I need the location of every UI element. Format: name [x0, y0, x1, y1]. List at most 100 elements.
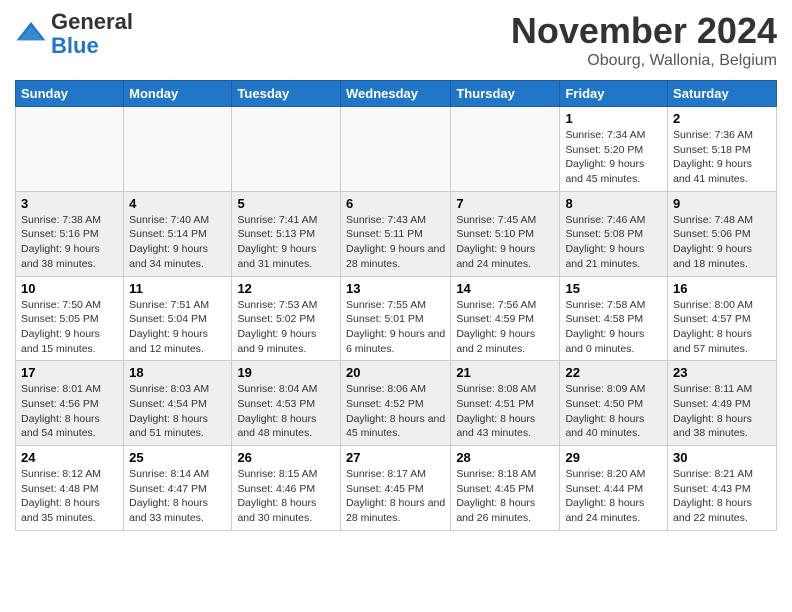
- day-info: Sunrise: 8:15 AMSunset: 4:46 PMDaylight:…: [237, 467, 335, 526]
- calendar-week-5: 24 Sunrise: 8:12 AMSunset: 4:48 PMDayligh…: [16, 446, 777, 531]
- calendar-week-4: 17Sunrise: 8:01 AMSunset: 4:56 PMDayligh…: [16, 361, 777, 446]
- col-friday: Friday: [560, 81, 668, 107]
- calendar-cell: [16, 107, 124, 192]
- day-number: 13: [346, 281, 445, 296]
- calendar-cell: 29 Sunrise: 8:20 AMSunset: 4:44 PMDayligh…: [560, 446, 668, 531]
- calendar-cell: 10Sunrise: 7:50 AMSunset: 5:05 PMDayligh…: [16, 276, 124, 361]
- day-info: Sunrise: 8:21 AMSunset: 4:43 PMDaylight:…: [673, 467, 771, 526]
- calendar-cell: 14 Sunrise: 7:56 AMSunset: 4:59 PMDayligh…: [451, 276, 560, 361]
- day-info: Sunrise: 8:04 AMSunset: 4:53 PMDaylight:…: [237, 382, 335, 441]
- calendar-cell: 20 Sunrise: 8:06 AMSunset: 4:52 PMDayligh…: [340, 361, 450, 446]
- day-number: 6: [346, 196, 445, 211]
- calendar-cell: [232, 107, 341, 192]
- calendar-week-2: 3 Sunrise: 7:38 AMSunset: 5:16 PMDaylight…: [16, 191, 777, 276]
- day-info: Sunrise: 7:36 AMSunset: 5:18 PMDaylight:…: [673, 128, 771, 187]
- day-info: Sunrise: 7:41 AMSunset: 5:13 PMDaylight:…: [237, 213, 335, 272]
- day-number: 3: [21, 196, 118, 211]
- calendar-cell: [451, 107, 560, 192]
- calendar-cell: 26 Sunrise: 8:15 AMSunset: 4:46 PMDayligh…: [232, 446, 341, 531]
- calendar-cell: 4Sunrise: 7:40 AMSunset: 5:14 PMDaylight…: [124, 191, 232, 276]
- calendar-cell: 8Sunrise: 7:46 AMSunset: 5:08 PMDaylight…: [560, 191, 668, 276]
- calendar-cell: 24 Sunrise: 8:12 AMSunset: 4:48 PMDayligh…: [16, 446, 124, 531]
- day-number: 22: [565, 365, 662, 380]
- day-number: 4: [129, 196, 226, 211]
- calendar-cell: 19 Sunrise: 8:04 AMSunset: 4:53 PMDayligh…: [232, 361, 341, 446]
- calendar-page: General Blue November 2024 Obourg, Wallo…: [0, 0, 792, 612]
- day-info: Sunrise: 8:06 AMSunset: 4:52 PMDaylight:…: [346, 382, 445, 441]
- day-info: Sunrise: 8:20 AMSunset: 4:44 PMDaylight:…: [565, 467, 662, 526]
- calendar-cell: 12Sunrise: 7:53 AMSunset: 5:02 PMDayligh…: [232, 276, 341, 361]
- calendar-cell: 5 Sunrise: 7:41 AMSunset: 5:13 PMDaylight…: [232, 191, 341, 276]
- day-number: 28: [456, 450, 554, 465]
- day-number: 16: [673, 281, 771, 296]
- day-info: Sunrise: 7:45 AMSunset: 5:10 PMDaylight:…: [456, 213, 554, 272]
- logo-text: General Blue: [51, 10, 133, 58]
- day-number: 21: [456, 365, 554, 380]
- calendar-cell: 25 Sunrise: 8:14 AMSunset: 4:47 PMDayligh…: [124, 446, 232, 531]
- calendar-cell: 18 Sunrise: 8:03 AMSunset: 4:54 PMDayligh…: [124, 361, 232, 446]
- calendar-cell: 21 Sunrise: 8:08 AMSunset: 4:51 PMDayligh…: [451, 361, 560, 446]
- day-info: Sunrise: 7:38 AMSunset: 5:16 PMDaylight:…: [21, 213, 118, 272]
- logo: General Blue: [15, 10, 133, 58]
- day-number: 9: [673, 196, 771, 211]
- day-number: 29: [565, 450, 662, 465]
- day-number: 18: [129, 365, 226, 380]
- day-number: 24: [21, 450, 118, 465]
- col-tuesday: Tuesday: [232, 81, 341, 107]
- day-number: 2: [673, 111, 771, 126]
- day-number: 25: [129, 450, 226, 465]
- col-thursday: Thursday: [451, 81, 560, 107]
- calendar-cell: 23Sunrise: 8:11 AMSunset: 4:49 PMDayligh…: [668, 361, 777, 446]
- col-wednesday: Wednesday: [340, 81, 450, 107]
- logo-blue: Blue: [51, 33, 99, 58]
- calendar-cell: [340, 107, 450, 192]
- day-info: Sunrise: 8:08 AMSunset: 4:51 PMDaylight:…: [456, 382, 554, 441]
- day-number: 7: [456, 196, 554, 211]
- day-info: Sunrise: 7:53 AMSunset: 5:02 PMDaylight:…: [237, 298, 335, 357]
- day-info: Sunrise: 8:03 AMSunset: 4:54 PMDaylight:…: [129, 382, 226, 441]
- day-number: 17: [21, 365, 118, 380]
- day-number: 5: [237, 196, 335, 211]
- header: General Blue November 2024 Obourg, Wallo…: [15, 10, 777, 70]
- day-number: 11: [129, 281, 226, 296]
- day-number: 14: [456, 281, 554, 296]
- day-number: 15: [565, 281, 662, 296]
- day-number: 23: [673, 365, 771, 380]
- calendar-cell: 28 Sunrise: 8:18 AMSunset: 4:45 PMDayligh…: [451, 446, 560, 531]
- day-number: 20: [346, 365, 445, 380]
- day-number: 30: [673, 450, 771, 465]
- calendar-week-1: 1Sunrise: 7:34 AMSunset: 5:20 PMDaylight…: [16, 107, 777, 192]
- calendar-cell: 9Sunrise: 7:48 AMSunset: 5:06 PMDaylight…: [668, 191, 777, 276]
- calendar-cell: 30 Sunrise: 8:21 AMSunset: 4:43 PMDayligh…: [668, 446, 777, 531]
- calendar-cell: 7 Sunrise: 7:45 AMSunset: 5:10 PMDaylight…: [451, 191, 560, 276]
- col-monday: Monday: [124, 81, 232, 107]
- calendar-cell: 3 Sunrise: 7:38 AMSunset: 5:16 PMDaylight…: [16, 191, 124, 276]
- day-info: Sunrise: 8:09 AMSunset: 4:50 PMDaylight:…: [565, 382, 662, 441]
- day-info: Sunrise: 7:50 AMSunset: 5:05 PMDaylight:…: [21, 298, 118, 357]
- day-info: Sunrise: 7:55 AMSunset: 5:01 PMDaylight:…: [346, 298, 445, 357]
- day-info: Sunrise: 8:17 AMSunset: 4:45 PMDaylight:…: [346, 467, 445, 526]
- day-number: 8: [565, 196, 662, 211]
- calendar-table: Sunday Monday Tuesday Wednesday Thursday…: [15, 80, 777, 531]
- calendar-cell: 11Sunrise: 7:51 AMSunset: 5:04 PMDayligh…: [124, 276, 232, 361]
- day-info: Sunrise: 8:12 AMSunset: 4:48 PMDaylight:…: [21, 467, 118, 526]
- calendar-cell: 1Sunrise: 7:34 AMSunset: 5:20 PMDaylight…: [560, 107, 668, 192]
- calendar-cell: 16Sunrise: 8:00 AMSunset: 4:57 PMDayligh…: [668, 276, 777, 361]
- calendar-title: November 2024: [511, 10, 777, 52]
- title-block: November 2024 Obourg, Wallonia, Belgium: [511, 10, 777, 70]
- calendar-cell: 22 Sunrise: 8:09 AMSunset: 4:50 PMDayligh…: [560, 361, 668, 446]
- calendar-cell: 6Sunrise: 7:43 AMSunset: 5:11 PMDaylight…: [340, 191, 450, 276]
- day-number: 1: [565, 111, 662, 126]
- col-saturday: Saturday: [668, 81, 777, 107]
- calendar-cell: 17Sunrise: 8:01 AMSunset: 4:56 PMDayligh…: [16, 361, 124, 446]
- day-number: 19: [237, 365, 335, 380]
- day-number: 26: [237, 450, 335, 465]
- calendar-week-3: 10Sunrise: 7:50 AMSunset: 5:05 PMDayligh…: [16, 276, 777, 361]
- col-sunday: Sunday: [16, 81, 124, 107]
- logo-icon: [15, 18, 47, 50]
- day-info: Sunrise: 8:18 AMSunset: 4:45 PMDaylight:…: [456, 467, 554, 526]
- day-info: Sunrise: 8:14 AMSunset: 4:47 PMDaylight:…: [129, 467, 226, 526]
- day-number: 27: [346, 450, 445, 465]
- day-info: Sunrise: 7:56 AMSunset: 4:59 PMDaylight:…: [456, 298, 554, 357]
- calendar-cell: 15Sunrise: 7:58 AMSunset: 4:58 PMDayligh…: [560, 276, 668, 361]
